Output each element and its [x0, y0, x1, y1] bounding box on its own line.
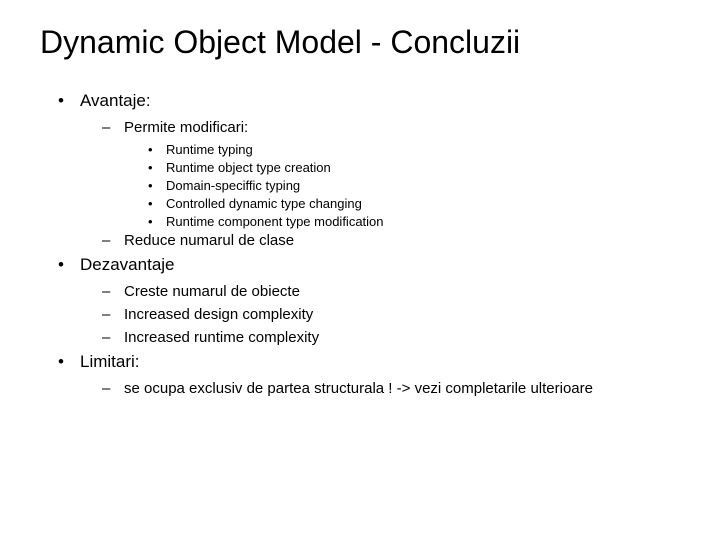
list-item-label: se ocupa exclusiv de partea structurala …	[124, 380, 593, 397]
list-item: –Permite modificari:	[40, 119, 680, 136]
bullet-icon: •	[148, 214, 166, 229]
list-item: –Creste numarul de obiecte	[40, 283, 680, 300]
list-item: •Dezavantaje	[40, 255, 680, 275]
list-item: •Avantaje:	[40, 91, 680, 111]
dash-icon: –	[102, 306, 124, 323]
bullet-icon: •	[148, 178, 166, 193]
list-item: –se ocupa exclusiv de partea structurala…	[40, 380, 680, 397]
dash-icon: –	[102, 329, 124, 346]
list-item: •Domain-speciffic typing	[40, 178, 680, 193]
dash-icon: –	[102, 380, 124, 397]
list-item: •Controlled dynamic type changing	[40, 196, 680, 211]
list-item-label: Creste numarul de obiecte	[124, 283, 300, 300]
section-dezavantaje: •Dezavantaje –Creste numarul de obiecte …	[40, 255, 680, 346]
list-item-label: Controlled dynamic type changing	[166, 196, 362, 211]
list-item-label: Reduce numarul de clase	[124, 232, 294, 249]
list-item-label: Limitari:	[80, 352, 140, 371]
list-item-label: Runtime typing	[166, 142, 253, 157]
dash-icon: –	[102, 283, 124, 300]
slide: Dynamic Object Model - Concluzii •Avanta…	[0, 0, 720, 540]
dash-icon: –	[102, 232, 124, 249]
list-item-label: Increased runtime complexity	[124, 329, 319, 346]
list-item-label: Runtime component type modification	[166, 214, 384, 229]
bullet-icon: •	[148, 160, 166, 175]
list-item-label: Permite modificari:	[124, 119, 248, 136]
list-item-label: Avantaje:	[80, 91, 151, 110]
bullet-icon: •	[58, 91, 80, 111]
bullet-icon: •	[148, 142, 166, 157]
list-item-label: Dezavantaje	[80, 255, 175, 274]
list-item: –Increased runtime complexity	[40, 329, 680, 346]
bullet-icon: •	[58, 255, 80, 275]
list-item-label: Domain-speciffic typing	[166, 178, 300, 193]
list-item: •Runtime typing	[40, 142, 680, 157]
list-item: –Reduce numarul de clase	[40, 232, 680, 249]
list-item-label: Increased design complexity	[124, 306, 313, 323]
list-item: –Increased design complexity	[40, 306, 680, 323]
section-limitari: •Limitari: –se ocupa exclusiv de partea …	[40, 352, 680, 397]
section-avantaje: •Avantaje: –Permite modificari: •Runtime…	[40, 91, 680, 249]
slide-title: Dynamic Object Model - Concluzii	[40, 24, 680, 61]
list-item: •Limitari:	[40, 352, 680, 372]
list-item-label: Runtime object type creation	[166, 160, 331, 175]
list-item: •Runtime object type creation	[40, 160, 680, 175]
list-item: •Runtime component type modification	[40, 214, 680, 229]
dash-icon: –	[102, 119, 124, 136]
bullet-icon: •	[58, 352, 80, 372]
bullet-icon: •	[148, 196, 166, 211]
